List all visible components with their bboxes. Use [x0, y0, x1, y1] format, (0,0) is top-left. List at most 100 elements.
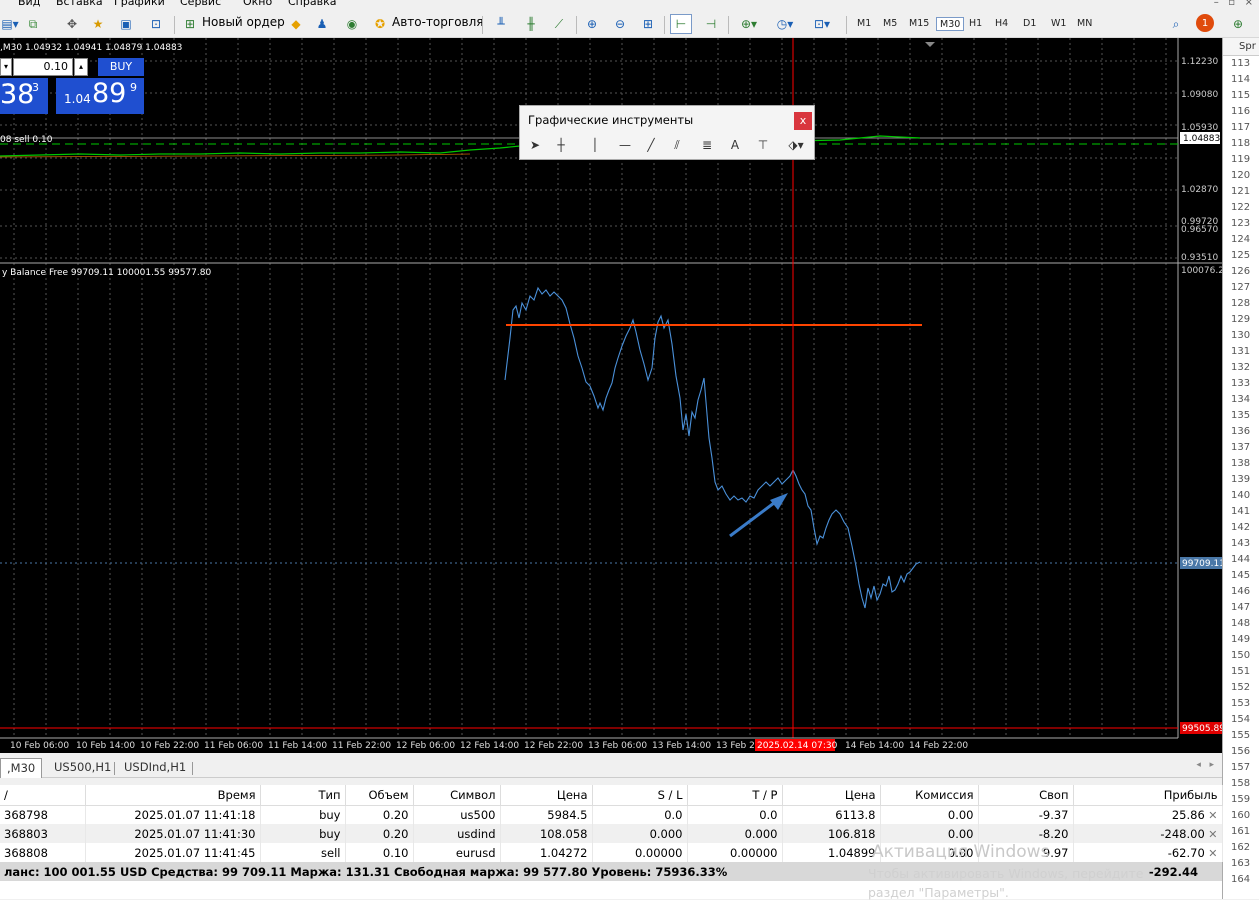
new-order-button[interactable]: Новый ордер [202, 15, 285, 29]
column-header[interactable]: Прибыль [1073, 785, 1223, 806]
chart-shift-icon[interactable]: ⊣ [700, 14, 722, 34]
panel-row-number: 126 [1231, 266, 1251, 277]
price-axis-label: 1.05930 [1181, 123, 1218, 133]
periods-icon[interactable]: ◷▾ [770, 14, 800, 34]
close-icon[interactable]: × [1245, 0, 1253, 8]
menu-help[interactable]: Справка [288, 0, 336, 8]
indicators-icon[interactable]: ⊕▾ [734, 14, 764, 34]
timeframe-m15[interactable]: M15 [906, 17, 932, 31]
tab-usdind-h1[interactable]: USDInd,H1 [118, 758, 192, 778]
crosshair-icon[interactable]: ┼ [552, 138, 570, 156]
arrow-head-icon [770, 493, 788, 510]
trade-row[interactable]: 368798 2025.01.07 11:41:18 buy 0.20 us500 598… [0, 805, 1223, 824]
auto-trading-button[interactable]: Авто-торговля [392, 15, 484, 29]
column-header[interactable]: Своп [978, 785, 1074, 806]
time-axis-label: 10 Feb 06:00 [10, 741, 69, 751]
templates-icon[interactable]: ⊡▾ [806, 14, 838, 34]
autoscroll-icon[interactable]: ⊢ [670, 14, 692, 34]
trade-cell: buy [260, 805, 346, 824]
search-icon[interactable]: ⌕ [1166, 14, 1186, 34]
bar-chart-icon[interactable]: ╨ [490, 14, 512, 34]
timeframe-m1[interactable]: M1 [854, 17, 874, 31]
community-icon[interactable]: ⊕ [1228, 14, 1248, 34]
auto-trading-icon[interactable]: ✪ [370, 14, 390, 34]
arrows-menu-icon[interactable]: ⬗▾ [782, 138, 810, 156]
column-header[interactable]: Цена [500, 785, 593, 806]
column-header[interactable]: Время [85, 785, 261, 806]
close-position-icon[interactable]: ✕ [1205, 847, 1217, 860]
trade-cell: buy [260, 824, 346, 843]
column-header[interactable]: Символ [413, 785, 501, 806]
timeframe-d1[interactable]: D1 [1020, 17, 1039, 31]
crosshair-time-label: 2025.02.14 07:30 [757, 741, 838, 751]
line-chart-icon[interactable]: ⟋ [548, 14, 570, 34]
trade-row[interactable]: 368803 2025.01.07 11:41:30 buy 0.20 usdind 10… [0, 824, 1223, 843]
column-header[interactable]: Тип [260, 785, 346, 806]
profit-value: -248.00 [1160, 826, 1205, 841]
window-controls[interactable]: – ▫ × [1214, 0, 1253, 8]
time-axis-label: 12 Feb 22:00 [524, 741, 583, 751]
tab-scroll-icon[interactable]: ◂ ▸ [1196, 760, 1214, 770]
timeframe-h4[interactable]: H4 [992, 17, 1011, 31]
trend-line-icon[interactable]: ╱ [642, 138, 660, 156]
buy-price-small: 1.04 [64, 92, 91, 106]
arrow-cursor-icon[interactable]: ➤ [526, 138, 544, 156]
data-window-icon[interactable]: ▣ [116, 14, 136, 34]
minimize-icon[interactable]: – [1214, 0, 1219, 8]
candlestick-icon[interactable]: ╫ [520, 14, 542, 34]
tile-windows-icon[interactable]: ⊞ [638, 14, 658, 34]
close-position-icon[interactable]: ✕ [1205, 809, 1217, 822]
profiles-icon[interactable]: ⧉ [24, 14, 42, 34]
menu-service[interactable]: Сервис [180, 0, 221, 8]
equidistant-channel-icon[interactable]: ⫽ [668, 138, 686, 156]
column-header[interactable]: S / L [592, 785, 688, 806]
lot-input[interactable]: 0.10 [13, 58, 73, 76]
timeframe-m5[interactable]: M5 [880, 17, 900, 31]
sell-price-box[interactable]: 3 38 3 [0, 78, 48, 114]
buy-button[interactable]: BUY [98, 58, 144, 76]
tab-eurusd-m30[interactable]: ,M30 [0, 758, 43, 778]
lot-up-icon[interactable]: ▴ [74, 58, 88, 76]
broadcast-icon[interactable]: ◉ [342, 14, 362, 34]
zoom-in-icon[interactable]: ⊕ [582, 14, 602, 34]
panel-row-number: 144 [1231, 554, 1251, 565]
menu-charts[interactable]: Графики [114, 0, 165, 8]
graphic-tools-panel[interactable]: Графические инструменты x ➤ ┼ │ — ╱ ⫽ ≣ … [519, 105, 815, 160]
column-header[interactable]: / [0, 785, 86, 806]
graphic-tools-close-button[interactable]: x [794, 112, 812, 130]
signals-icon[interactable]: ♟ [312, 14, 332, 34]
timeframe-m30[interactable]: M30 [936, 17, 965, 31]
column-header[interactable]: Объем [345, 785, 414, 806]
horizontal-line-icon[interactable]: — [616, 138, 634, 156]
expert-icon[interactable]: ◆ [286, 14, 306, 34]
panel-row-number: 136 [1231, 426, 1251, 437]
notification-icon[interactable]: 1 [1196, 14, 1214, 32]
time-axis-label: 13 Feb 2 [716, 741, 755, 751]
zoom-out-icon[interactable]: ⊖ [610, 14, 630, 34]
sell-dropdown-icon[interactable]: ▾ [0, 58, 12, 76]
navigator-icon[interactable]: ✥ [62, 14, 82, 34]
new-chart-icon[interactable]: ▤▾ [0, 14, 20, 34]
restore-icon[interactable]: ▫ [1228, 0, 1235, 8]
menu-insert[interactable]: Вставка [56, 0, 103, 8]
vertical-line-icon[interactable]: │ [586, 138, 604, 156]
buy-price-box[interactable]: 1.04 89 9 [56, 78, 144, 114]
timeframe-h1[interactable]: H1 [966, 17, 985, 31]
column-header[interactable]: Комиссия [880, 785, 979, 806]
time-axis-label: 10 Feb 22:00 [140, 741, 199, 751]
tab-us500-h1[interactable]: US500,H1 [48, 758, 117, 778]
text-icon[interactable]: A [726, 138, 744, 156]
text-label-icon[interactable]: ⊤ [754, 138, 772, 156]
menu-window[interactable]: Окно [243, 0, 272, 8]
column-header[interactable]: Цена [782, 785, 881, 806]
close-position-icon[interactable]: ✕ [1205, 828, 1217, 841]
timeframe-mn[interactable]: MN [1074, 17, 1095, 31]
menu-view[interactable]: Вид [18, 0, 40, 8]
new-order-icon[interactable]: ⊞ [180, 14, 200, 34]
column-header[interactable]: T / P [687, 785, 783, 806]
terminal-icon[interactable]: ⊡ [146, 14, 166, 34]
market-watch-icon[interactable]: ★ [88, 14, 108, 34]
fibonacci-icon[interactable]: ≣ [698, 138, 716, 156]
timeframe-w1[interactable]: W1 [1048, 17, 1069, 31]
price-axis-label: 0.96570 [1181, 225, 1218, 235]
